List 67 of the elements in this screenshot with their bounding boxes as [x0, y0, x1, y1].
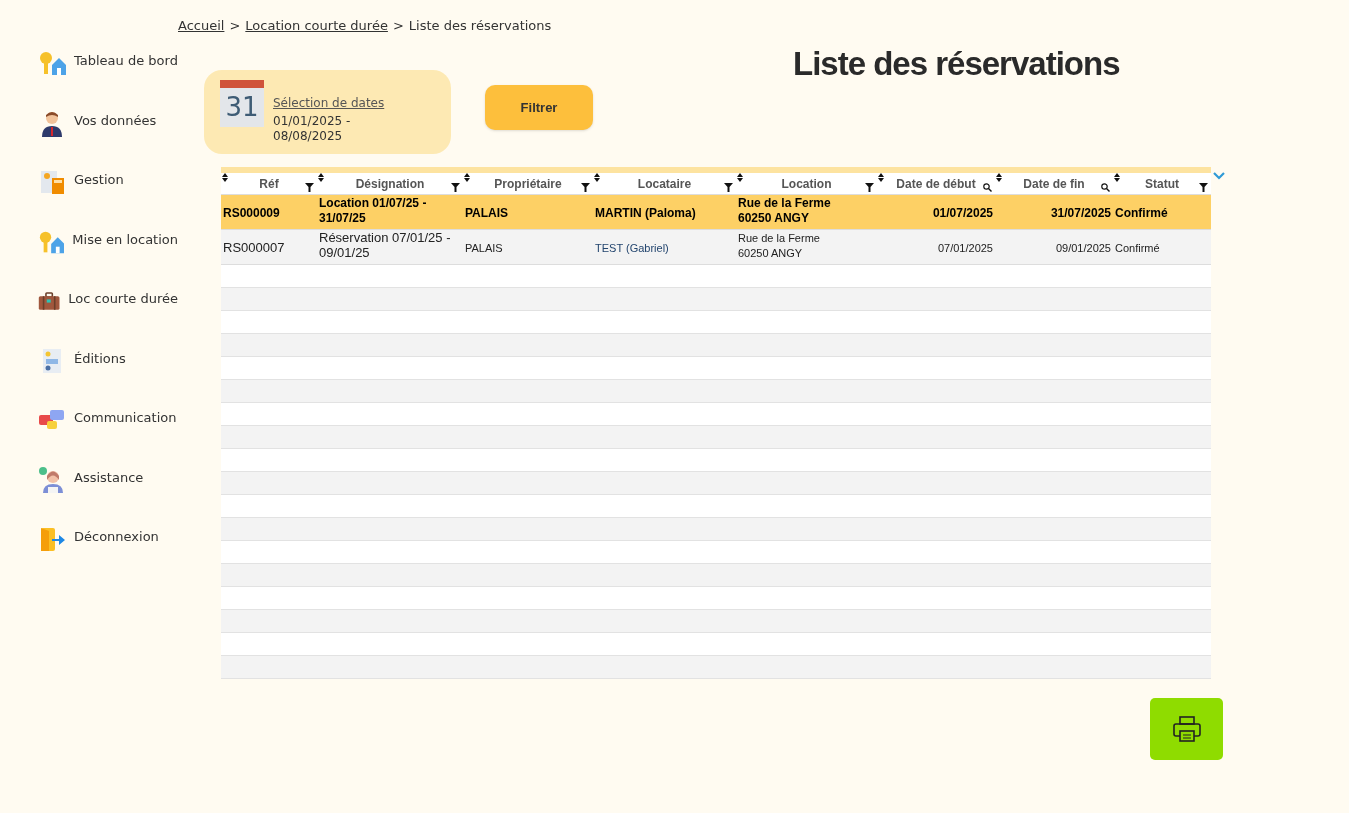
page-title: Liste des réservations	[793, 44, 1120, 84]
sort-icon[interactable]	[318, 173, 324, 182]
key-house-icon	[38, 49, 66, 77]
table-row[interactable]: RS000009 Location 01/07/25 - 31/07/25 PALAIS MARTIN (Paloma) Rue de la Ferme 60250 ANGY 01/07/2025 31/07/2025 Confirmé	[221, 195, 1211, 230]
table-cell: 07/01/2025	[937, 241, 993, 256]
breadcrumb-link[interactable]: Accueil	[178, 15, 225, 36]
sort-icon[interactable]	[878, 173, 884, 182]
sidebar-item[interactable]: Tableau de bord	[74, 51, 178, 71]
table-row[interactable]: RS000007 Réservation 07/01/25 - 09/01/25 PALAIS TEST (Gabriel) Rue de la Ferme 60250 ANGY 07/01/2025 09/01/2025 Confirmé	[221, 230, 1211, 265]
filter-icon[interactable]	[305, 183, 314, 192]
table-cell: MARTIN (Paloma)	[595, 206, 696, 221]
column-header[interactable]: Locataire	[637, 174, 692, 193]
table-cell: PALAIS	[465, 241, 503, 256]
table-cell-text: Rue de la Ferme 60250 ANGY	[738, 230, 821, 261]
filter-icon[interactable]	[1199, 183, 1208, 192]
filter-button[interactable]: Filtrer	[485, 85, 593, 130]
sidebar-item[interactable]: Déconnexion	[74, 527, 159, 547]
sidebar-item[interactable]: Communication	[74, 408, 177, 428]
date-range: 01/01/2025 - 08/08/2025	[273, 114, 352, 144]
table-cell: Confirmé	[1115, 206, 1168, 221]
table-cell: PALAIS	[465, 206, 509, 221]
support-agent-icon	[38, 465, 66, 494]
column-header[interactable]: Location	[781, 174, 832, 193]
table-cell: Confirmé	[1115, 241, 1160, 256]
sidebar-item[interactable]: Loc courte durée	[68, 289, 178, 309]
sidebar-item[interactable]: Vos données	[74, 110, 157, 130]
search-icon[interactable]	[983, 183, 992, 192]
breadcrumb-link[interactable]: Location courte durée	[245, 15, 388, 36]
breadcrumb-current: Liste des réservations	[408, 16, 552, 35]
sort-icon[interactable]	[464, 173, 470, 182]
sidebar-item[interactable]: Assistance	[74, 467, 144, 487]
sidebar-item[interactable]: Mise en location	[72, 229, 178, 249]
column-header[interactable]: Statut	[1145, 174, 1179, 193]
breadcrumb-separator: >	[392, 16, 404, 35]
chevron-down-icon[interactable]	[1213, 172, 1225, 180]
column-header[interactable]: Propriétaire	[494, 174, 562, 193]
search-icon[interactable]	[1101, 183, 1110, 192]
sidebar-item[interactable]: Gestion	[74, 170, 124, 190]
exit-door-icon	[38, 525, 66, 553]
table-cell-text: Location 01/07/25 - 31/07/25	[319, 195, 428, 226]
date-selector-card[interactable]: 31 Sélection de dates 01/01/2025 - 08/08/2025	[204, 70, 451, 154]
table-cell: 31/07/2025	[1050, 206, 1111, 221]
column-header[interactable]: Réf	[259, 174, 279, 193]
column-header[interactable]: Date de fin	[1023, 174, 1085, 193]
column-header[interactable]: Désignation	[355, 174, 425, 193]
table-cell-text: Rue de la Ferme 60250 ANGY	[738, 195, 832, 226]
sort-icon[interactable]	[996, 173, 1002, 182]
breadcrumb-separator: >	[229, 16, 241, 35]
table-cell: RS000009	[223, 206, 280, 221]
sort-icon[interactable]	[1114, 173, 1120, 182]
filter-icon[interactable]	[451, 183, 460, 192]
filter-icon[interactable]	[865, 183, 874, 192]
column-header[interactable]: Date de début	[896, 174, 976, 193]
sidebar-item[interactable]: Éditions	[74, 348, 126, 368]
table-cell: 01/07/2025	[932, 206, 993, 221]
table-cell-text: Réservation 07/01/25 - 09/01/25	[319, 230, 452, 260]
table-cell: TEST (Gabriel)	[595, 241, 669, 256]
sort-icon[interactable]	[737, 173, 743, 182]
filter-icon[interactable]	[724, 183, 733, 192]
date-selection-link[interactable]: Sélection de dates	[273, 94, 385, 112]
filter-icon[interactable]	[581, 183, 590, 192]
print-button[interactable]	[1150, 698, 1223, 760]
sort-icon[interactable]	[222, 173, 228, 182]
table-cell: RS000007	[223, 240, 285, 255]
table-cell: 09/01/2025	[1055, 241, 1111, 256]
sort-icon[interactable]	[594, 173, 600, 182]
printer-icon	[1171, 714, 1202, 744]
